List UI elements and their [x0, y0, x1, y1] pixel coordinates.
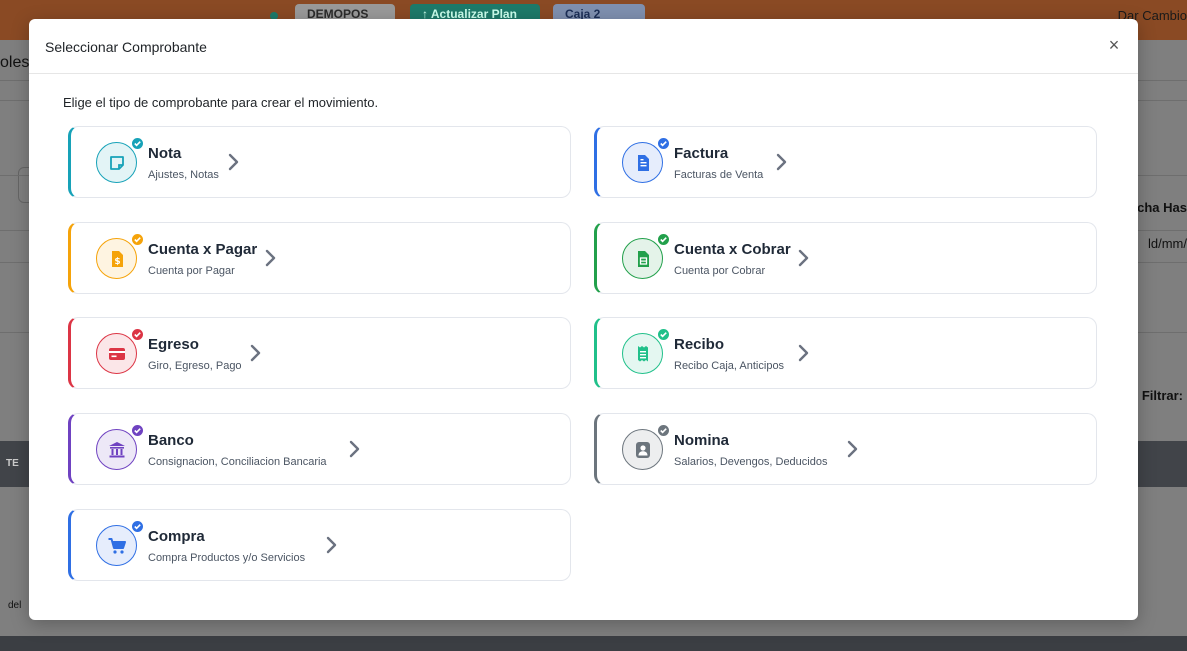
voucher-description: Cuenta por Cobrar — [674, 265, 766, 277]
voucher-name: Cuenta x Cobrar — [674, 241, 791, 258]
voucher-name: Cuenta x Pagar — [148, 241, 258, 258]
voucher-description: Salarios, Devengos, Deducidos — [674, 456, 828, 468]
footer-text: del — [8, 600, 22, 611]
check-icon — [656, 136, 671, 151]
chevron-right-icon — [798, 344, 809, 362]
chevron-right-icon — [349, 440, 360, 458]
chevron-right-icon — [265, 249, 276, 267]
check-icon — [130, 327, 145, 342]
chevron-right-icon — [250, 344, 261, 362]
voucher-card-cuenta-x-cobrar[interactable]: Cuenta x Cobrar Cuenta por Cobrar — [594, 222, 1097, 294]
date-to-label: cha Has — [1137, 200, 1187, 215]
close-icon[interactable]: × — [1106, 36, 1122, 54]
voucher-card-egreso[interactable]: Egreso Giro, Egreso, Pago — [68, 317, 571, 389]
voucher-name: Compra — [148, 528, 205, 545]
chevron-right-icon — [228, 153, 239, 171]
voucher-name: Nomina — [674, 432, 730, 449]
voucher-name: Nota — [148, 145, 182, 162]
voucher-card-nomina[interactable]: Nomina Salarios, Devengos, Deducidos — [594, 413, 1097, 485]
voucher-description: Giro, Egreso, Pago — [148, 360, 242, 372]
voucher-description: Facturas de Venta — [674, 169, 764, 181]
voucher-card-recibo[interactable]: Recibo Recibo Caja, Anticipos — [594, 317, 1097, 389]
modal-title: Seleccionar Comprobante — [45, 39, 207, 55]
voucher-card-factura[interactable]: Factura Facturas de Venta — [594, 126, 1097, 198]
check-icon — [656, 232, 671, 247]
voucher-description: Consignacion, Conciliacion Bancaria — [148, 456, 327, 468]
background-page-title: oles — [0, 54, 30, 71]
voucher-card-nota[interactable]: Nota Ajustes, Notas — [68, 126, 571, 198]
voucher-card-cuenta-x-pagar[interactable]: $ Cuenta x Pagar Cuenta por Pagar — [68, 222, 571, 294]
chevron-right-icon — [847, 440, 858, 458]
svg-text:$: $ — [114, 257, 120, 267]
voucher-description: Compra Productos y/o Servicios — [148, 552, 306, 564]
voucher-card-compra[interactable]: Compra Compra Productos y/o Servicios — [68, 509, 571, 581]
chevron-right-icon — [798, 249, 809, 267]
check-icon — [130, 232, 145, 247]
select-voucher-modal: Seleccionar Comprobante × Elige el tipo … — [29, 19, 1138, 620]
check-icon — [656, 423, 671, 438]
date-to-input[interactable]: ld/mm/ — [1148, 236, 1187, 251]
check-icon — [130, 423, 145, 438]
chevron-right-icon — [776, 153, 787, 171]
chevron-right-icon — [326, 536, 337, 554]
filter-label: Filtrar: — [1141, 388, 1183, 403]
voucher-name: Recibo — [674, 336, 725, 353]
voucher-card-banco[interactable]: Banco Consignacion, Conciliacion Bancari… — [68, 413, 571, 485]
modal-header: Seleccionar Comprobante × — [29, 19, 1138, 74]
check-icon — [130, 136, 145, 151]
check-icon — [656, 327, 671, 342]
modal-intro-text: Elige el tipo de comprobante para crear … — [63, 95, 379, 110]
voucher-description: Recibo Caja, Anticipos — [674, 360, 785, 372]
voucher-name: Banco — [148, 432, 194, 449]
voucher-description: Ajustes, Notas — [148, 169, 219, 181]
background-bottom-bar — [0, 636, 1187, 651]
voucher-name: Factura — [674, 145, 729, 162]
voucher-description: Cuenta por Pagar — [148, 265, 235, 277]
check-icon — [130, 519, 145, 534]
voucher-name: Egreso — [148, 336, 199, 353]
